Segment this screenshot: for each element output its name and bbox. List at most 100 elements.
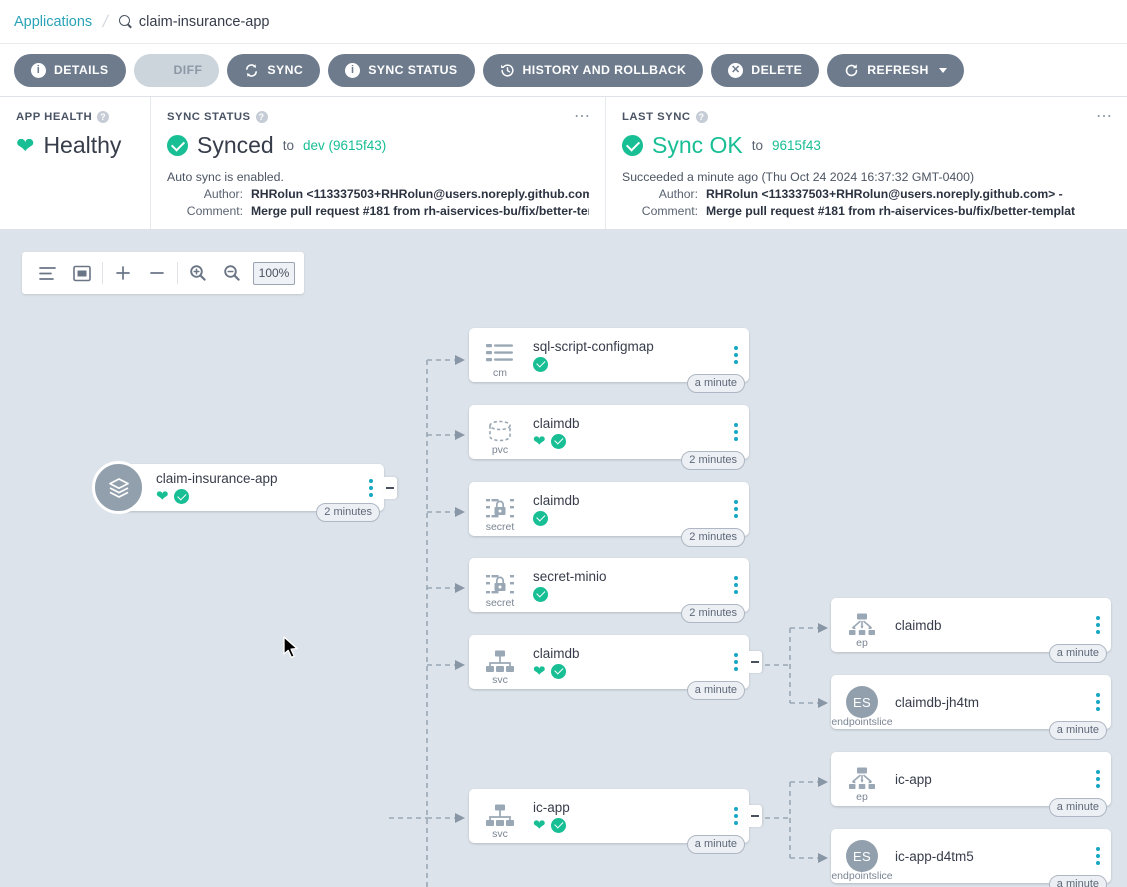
node-kind: secret bbox=[485, 521, 515, 533]
mouse-cursor bbox=[283, 636, 300, 665]
last-sync-menu-button[interactable]: ⋯ bbox=[1096, 109, 1113, 125]
author-key: Author: bbox=[658, 187, 698, 201]
resource-node-endpointslice-claimdb-jh4tm[interactable]: ES endpointslice claimdb-jh4tm a minute bbox=[831, 675, 1111, 740]
info-icon: i bbox=[31, 62, 46, 78]
node-menu-button[interactable] bbox=[723, 576, 749, 594]
node-menu-button[interactable] bbox=[1085, 693, 1111, 711]
sync-status-revision[interactable]: dev (9615f43) bbox=[303, 138, 386, 153]
app-node[interactable]: claim-insurance-app ❤ 2 minutes bbox=[92, 461, 397, 522]
node-badges: ❤ bbox=[533, 816, 723, 834]
resource-node-secret-minio[interactable]: secret secret-minio 2 minutes bbox=[469, 558, 749, 623]
resource-node-pvc-claimdb[interactable]: pvc claimdb ❤ 2 minutes bbox=[469, 405, 749, 470]
app-health-value: Healthy bbox=[43, 132, 122, 158]
node-menu-button[interactable] bbox=[723, 500, 749, 518]
node-menu-button[interactable] bbox=[723, 653, 749, 671]
node-collapse-button[interactable] bbox=[748, 805, 762, 827]
node-icon-box: svc bbox=[469, 635, 531, 689]
help-icon[interactable]: ? bbox=[695, 111, 708, 123]
node-name: ic-app bbox=[895, 771, 932, 787]
refresh-button[interactable]: REFRESH bbox=[827, 53, 964, 87]
node-body: claimdb bbox=[531, 493, 723, 526]
node-body: claimdb-jh4tm bbox=[893, 695, 1085, 710]
check-circle-icon bbox=[167, 135, 188, 156]
node-name: ic-app-d4tm5 bbox=[895, 848, 974, 864]
diff-button[interactable]: DIFF bbox=[133, 53, 220, 87]
node-kind: svc bbox=[492, 828, 508, 840]
help-icon[interactable]: ? bbox=[255, 111, 268, 123]
refresh-icon bbox=[844, 63, 859, 78]
check-circle-icon bbox=[622, 135, 643, 156]
last-sync-comment-row: Comment: Merge pull request #181 from rh… bbox=[622, 204, 1111, 218]
app-node-body: claim-insurance-app ❤ bbox=[154, 471, 358, 504]
resource-node-svc-claimdb[interactable]: svc claimdb ❤ a minute bbox=[469, 635, 762, 700]
plus-icon[interactable] bbox=[106, 258, 140, 288]
breadcrumb: Applications / claim-insurance-app bbox=[0, 0, 1127, 44]
sync-status-button[interactable]: i SYNC STATUS bbox=[328, 53, 475, 87]
node-menu-button[interactable] bbox=[1085, 847, 1111, 865]
node-menu-button[interactable] bbox=[1085, 616, 1111, 634]
breadcrumb-separator: / bbox=[101, 11, 111, 31]
heart-icon: ❤ bbox=[156, 488, 169, 505]
service-icon bbox=[486, 804, 514, 826]
node-menu-button[interactable] bbox=[723, 807, 749, 825]
node-body: secret-minio bbox=[531, 569, 723, 602]
sync-icon bbox=[244, 63, 259, 78]
breadcrumb-current-label: claim-insurance-app bbox=[138, 13, 270, 30]
chevron-down-icon[interactable] bbox=[938, 67, 947, 73]
list-icon[interactable] bbox=[31, 258, 65, 288]
history-and-rollback-button[interactable]: HISTORY AND ROLLBACK bbox=[482, 53, 704, 87]
node-body: ic-app-d4tm5 bbox=[893, 849, 1085, 864]
node-collapse-button[interactable] bbox=[748, 651, 762, 673]
details-button-label: DETAILS bbox=[54, 63, 109, 77]
resource-node-secret-claimdb[interactable]: secret claimdb 2 minutes bbox=[469, 482, 749, 547]
fit-to-screen-icon[interactable] bbox=[65, 258, 99, 288]
delete-button[interactable]: ✕ DELETE bbox=[711, 53, 820, 87]
node-name: claimdb bbox=[533, 415, 580, 431]
node-menu-button[interactable] bbox=[1085, 770, 1111, 788]
comment-value: Merge pull request #181 from rh-aiservic… bbox=[251, 204, 589, 218]
node-age: a minute bbox=[1048, 644, 1107, 663]
node-icon-box: secret bbox=[469, 558, 531, 612]
last-sync-revision[interactable]: 9615f43 bbox=[772, 138, 821, 153]
sync-button[interactable]: SYNC bbox=[227, 53, 321, 87]
configmap-icon bbox=[486, 344, 513, 362]
app-node-card[interactable]: claim-insurance-app ❤ 2 minutes bbox=[118, 464, 397, 522]
heart-icon: ❤ bbox=[16, 132, 35, 158]
resource-node-ep-ic-app[interactable]: ep ic-app a minute bbox=[831, 752, 1111, 817]
heart-icon: ❤ bbox=[533, 816, 546, 834]
resource-node-ep-claimdb[interactable]: ep claimdb a minute bbox=[831, 598, 1111, 663]
node-kind: endpointslice bbox=[831, 870, 893, 882]
resource-node-endpointslice-ic-app-d4tm5[interactable]: ES endpointslice ic-app-d4tm5 a minute bbox=[831, 829, 1111, 887]
zoom-in-icon[interactable] bbox=[181, 258, 215, 288]
comment-key: Comment: bbox=[641, 204, 698, 218]
sync-status-menu-button[interactable]: ⋯ bbox=[574, 109, 591, 125]
app-health-label: APP HEALTH ? bbox=[16, 111, 134, 123]
history-icon bbox=[500, 63, 515, 78]
database-icon bbox=[489, 420, 511, 442]
breadcrumb-applications-link[interactable]: Applications bbox=[14, 14, 92, 30]
node-age: a minute bbox=[1048, 875, 1107, 887]
node-body: claimdb ❤ bbox=[531, 416, 723, 449]
node-icon-box: ep bbox=[831, 598, 893, 652]
zoom-level-input[interactable]: 100% bbox=[253, 261, 295, 285]
last-sync-value: Sync OK bbox=[652, 132, 743, 158]
heart-icon: ❤ bbox=[533, 432, 546, 450]
node-body: ic-app ❤ bbox=[531, 800, 723, 833]
app-node-collapse-button[interactable] bbox=[383, 476, 397, 499]
toolbar-divider bbox=[102, 262, 103, 284]
zoom-out-icon[interactable] bbox=[215, 258, 249, 288]
minus-icon[interactable] bbox=[140, 258, 174, 288]
app-node-menu-button[interactable] bbox=[358, 478, 384, 497]
resource-node-svc-ic-app[interactable]: svc ic-app ❤ a minute bbox=[469, 789, 762, 854]
node-age: a minute bbox=[1048, 798, 1107, 817]
node-age: 2 minutes bbox=[681, 528, 745, 547]
details-button[interactable]: i DETAILS bbox=[14, 53, 126, 87]
node-menu-button[interactable] bbox=[723, 346, 749, 364]
node-age: a minute bbox=[1048, 721, 1107, 740]
node-age: 2 minutes bbox=[681, 604, 745, 623]
help-icon[interactable]: ? bbox=[97, 111, 110, 123]
resource-node-cm-sql-script-configmap[interactable]: cm sql-script-configmap a minute bbox=[469, 328, 749, 393]
node-icon-box: secret bbox=[469, 482, 531, 536]
delete-button-label: DELETE bbox=[751, 63, 803, 77]
node-menu-button[interactable] bbox=[723, 423, 749, 441]
